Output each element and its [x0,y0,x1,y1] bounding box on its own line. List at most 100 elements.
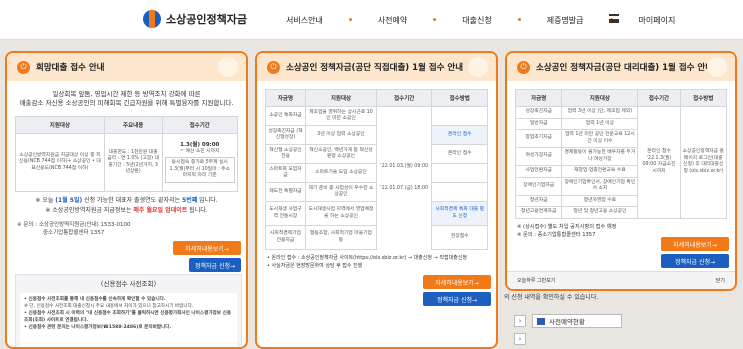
popup-title: 희망대출 접수 안내 [36,63,105,73]
popup-header: ⏻ 소상공인 정책자금(공단 대리대출) 1월 접수 안내 [507,53,735,81]
column-header: 지원대상 [304,89,377,107]
period-note: 동시접속 증가로 5부제 실시 1.3(월)부터 시 10일마 : 주소 마지막… [164,157,235,183]
table-cell: 혁신형 소상공인전용 [265,144,306,164]
table-cell: 재기 준비 중 사업성이 우수한 소상공인 [304,182,377,202]
popup-header: ⏻ 희망대출 접수 안내 [7,53,246,81]
intro-line: 일상회복 앞둠, 영업시간 제한 등 방역조치 강화에 따른 [52,90,201,98]
pin-icon: ⏻ [267,60,280,74]
notice-number: 5번쨰 [182,197,198,204]
hide-today-link[interactable]: 오늘하루 그만보기 [517,277,555,284]
column-header: 접수기간 [375,89,433,107]
table-cell: '22.01.03.(월) 09:00 '22.01.07.(금) 18:00 [376,107,432,250]
chevron-right-icon[interactable]: › [514,333,526,345]
notice-text: 됩니다. [189,207,208,214]
chevron-right-icon[interactable]: › [514,315,526,327]
table-cell: 사회적경제기업 전용자금 [265,225,306,250]
nav-item-mypage[interactable]: 마이페이지 [639,15,676,26]
site-logo[interactable]: 소상공인정책자금 [143,10,247,28]
table-cell: 도시재생 사업구역 전통시장 [265,201,306,226]
detail-button[interactable]: 자세히내용보기→ [423,275,491,289]
notice-text: ※ 오늘 [35,197,54,204]
detail-button[interactable]: 자세히내용보기→ [661,237,729,251]
table-cell: 협동조합, 사회적기업 마을기업 등 [304,225,377,250]
notice-line: ※ 오늘 (1월 5일) 신청 가능한 대표자 출생연도 끝자리는 5번쨰 입니… [7,192,246,207]
hamburger-menu-icon[interactable] [609,14,619,23]
background-text: 의 신청 내역을 확인하실 수 있습니다. [504,294,599,301]
direct-loan-popup: ⏻ 소상공인 정책자금(공단 직접대출) 1월 접수 안내 자금명 지원대상 접… [255,51,498,349]
table-cell: 장애인기업확인서, 장애인기업 확인서 소지 [561,176,639,196]
table-cell [431,163,488,183]
period-end: '22.01.07.(금) 18:00 [380,186,429,192]
nav-separator-icon [517,18,521,21]
notice-text: ※ 소상공인방역지원금 지급정보는 [45,207,132,214]
table-row: 소공인 특화자금 제조업을 영위하는 상시근로 10인 미만 소공인 '22.0… [265,106,488,191]
table-row: 성장촉진자금 업력 3년 이상 (단, 제조업 제외) 온라인 접수 '22.1… [514,106,728,219]
note-line: ※ (상시접수) 별도 차입 공지사항의 접수 예정 [517,223,617,230]
popup-header: ⏻ 소상공인 정책자금(공단 직접대출) 1월 접수 안내 [257,53,496,81]
apply-button[interactable]: 정책자금 신청→ [423,292,491,306]
credit-note: ※ 단, 신용점수 사전조회 대출신청시 주요 내용에서 차이가 있으니 참고하… [24,304,194,309]
logo-text: 소상공인정책자금 [166,13,247,26]
nav-item-loan-apply[interactable]: 대출신청 [462,15,491,26]
nav-separator-icon [433,18,437,21]
table-cell: 청년고용연계자금 [514,206,563,219]
column-header: 지원대상 [561,89,639,107]
nav-item-service[interactable]: 서비스안내 [286,15,323,26]
column-header: 지원대상 [15,116,105,134]
column-header: 자금명 [265,89,306,107]
notice-date: (1월 5일) [55,197,83,204]
table-cell: 제조업을 영위하는 상시근로 10인 미만 소공인 [304,106,377,126]
credit-note: • 신용점수 사전조회를 통해 내 신용점수를 신속하게 확인할 수 있습니다. [24,297,166,302]
table-cell: 온라인 접수 [431,125,488,145]
popup-title: 소상공인 정책자금(공단 대리대출) 1월 접수 안내 [536,63,714,73]
table-cell: 창업초기자금 [514,129,563,148]
apply-button[interactable]: 정책자금 신청→ [661,254,729,268]
table-cell: 소공인 특화자금 [265,106,306,126]
table-cell: 도시재생사업 지역에서 영업예정을 하는 소상공인 [304,201,377,226]
column-header: 주요내용 [103,116,163,134]
table-cell: 스마트화 도입자금 [265,163,306,183]
table-cell: 성장촉진자금 (혁신형성장) [265,125,306,145]
decoration-icon [218,57,238,77]
table-cell: 재창업·업종전환교육 수료 [561,165,639,178]
period-start: '22.01.03.(월) 09:00 [380,163,429,169]
table-cell: 온라인 접수 '22.1.3(월) 09:00 자금소진시까지 [637,106,681,219]
pin-icon: ⏻ [517,60,530,74]
table-cell: 재도전 특별자금 [265,182,306,202]
credit-note: • 신용점수 사전조회 시 이력의 "내 신용점수 조회하기"를 클릭하시면 신… [24,311,232,323]
table-cell: 소상공인정책자금 홈페이지 로그인(대출신청) 후 대리대출신청 (ols.sb… [679,106,728,219]
table-cell: 대출한도 : 1천만원 대출금리 : 연 1.0% (고정) 대출기간 : 5년… [103,133,163,192]
table-cell: 사회적경제 특화 대출 별도 신청 [431,201,488,226]
table-cell: 경제활동이 불가능한 배우자를 두거나 여성가장 [561,147,639,166]
agency-loan-popup: ⏻ 소상공인 정책자금(공단 대리대출) 1월 접수 안내 자금명 지원대상 접… [505,51,737,291]
table-cell: 청년 및 청년고용 소상공인 [561,206,639,219]
table-cell: 업력 1년 미만 공단 전문교육 12시간 이상 이수 [561,129,639,148]
table-cell: 청년자영업 수료 [561,194,639,207]
contact-line: ※ 문의 : 소상공인방역지원금(안내) 1533-0100 [17,222,131,228]
table-cell: 3년 이상 업력 소상공인 [304,125,377,145]
popup-footer: 오늘하루 그만보기 닫기 [507,271,735,289]
nav-item-certificate[interactable]: 제증명발급 [547,15,584,26]
nav-item-reservation[interactable]: 사전예약 [378,15,407,26]
apply-button[interactable]: 정책자금 신청→ [189,258,241,272]
direct-loan-notes: • 온라인 접수 : 소상공인정책자금 사이트(https://ols.sbiz… [257,250,496,274]
reservation-status-card[interactable]: 사전예약현황 [532,314,622,328]
column-header: 접수기간 [161,116,239,134]
decoration-icon [707,57,727,77]
decoration-icon [468,57,488,77]
contact-info: ※ 문의 : 소상공인방역지원금(안내) 1533-0100 중소기업통합콜센터… [7,217,246,241]
table-cell: 혁신소공인, 백년가게 등 혁신성 판정 소상공인 [304,144,377,164]
table-cell: 여성가장자금 [514,147,563,166]
table-cell [431,182,488,202]
hope-loan-popup: ⏻ 희망대출 접수 안내 일상회복 앞둠, 영업시간 제한 등 방역조치 강화에… [5,51,248,349]
hope-loan-table: 지원대상 주요내용 접수기간 소상공인방역지원금 지급대상 이상 중 저신용(N… [15,116,239,192]
reservation-status-label: 사전예약현황 [549,318,585,326]
note-line: • 사실자금은 현장방문하여 상담 후 접수 진행 [267,263,363,269]
detail-button[interactable]: 자세히내용보기→ [173,241,241,255]
close-link[interactable]: 닫기 [716,277,725,284]
table-cell: 장애인기업자금 [514,176,563,196]
site-header: 소상공인정책자금 서비스안내 사전예약 대출신청 제증명발급 마이페이지 [0,0,743,40]
background-link-row: › 사전예약현황 [514,314,622,328]
logo-mark-icon [143,10,161,28]
column-header: 자금명 [514,89,563,107]
